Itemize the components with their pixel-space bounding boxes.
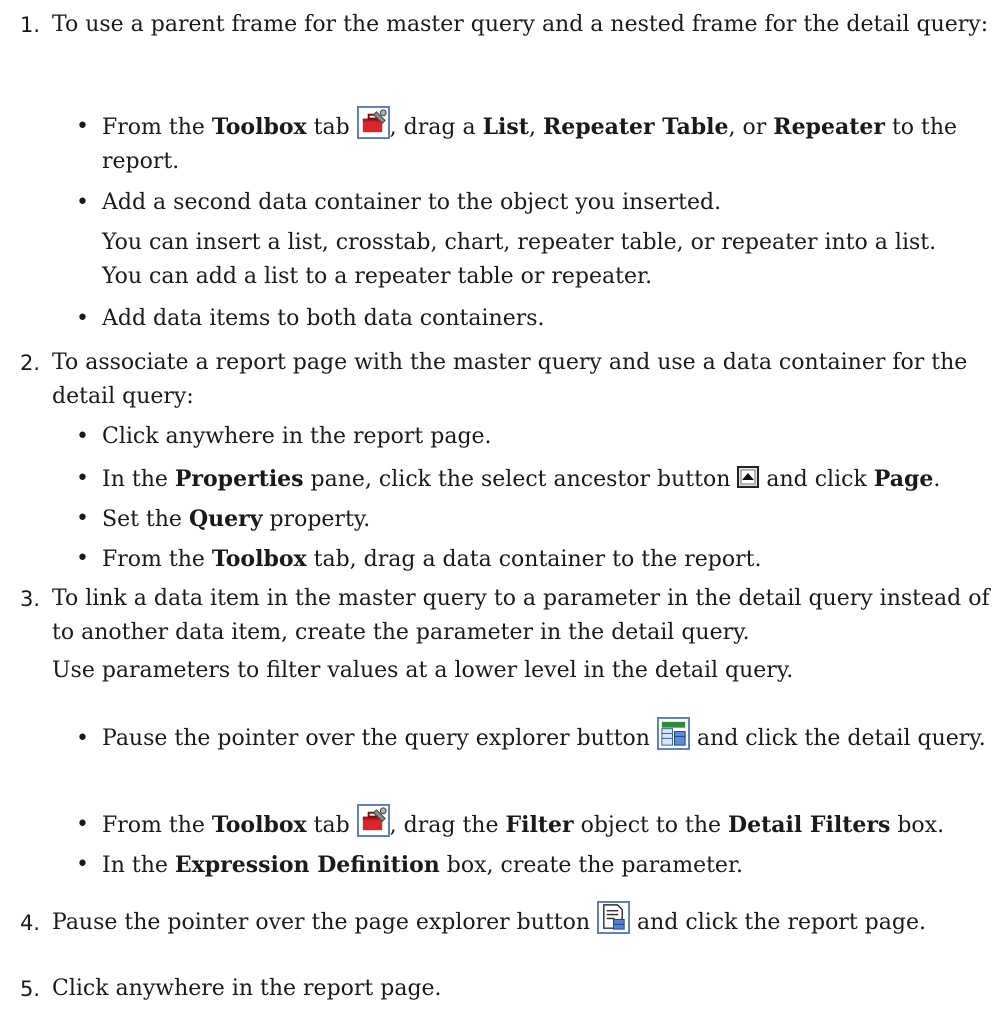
bullet-text: In the Expression Definition box, create…	[102, 852, 744, 878]
bullet-text: From the Toolbox tab, drag a data contai…	[102, 546, 762, 572]
bullet-glyph: •	[76, 190, 89, 215]
bullet-glyph: •	[76, 466, 89, 491]
bullet-text: From the Toolbox tab , drag the Filter o…	[102, 808, 986, 843]
bullet-glyph: •	[76, 506, 89, 531]
step-text: To link a data item in the master query …	[52, 586, 990, 645]
document-page: 1. To use a parent frame for the master …	[0, 0, 1001, 1011]
toolbox-icon	[357, 804, 390, 837]
bullet-glyph: •	[76, 424, 89, 449]
bullet-text: Add a second data container to the objec…	[102, 190, 722, 215]
bullet-text: Add data items to both data containers.	[102, 306, 545, 331]
step-2-bullet-1: • Click anywhere in the report page.	[76, 420, 986, 454]
step-3-bullet-2: • From the Toolbox tab , drag the Filter…	[76, 808, 986, 843]
step-text: To use a parent frame for the master que…	[52, 12, 989, 37]
step-3-bullet-3: • In the Expression Definition box, crea…	[76, 848, 986, 883]
step-number: 5.	[19, 977, 40, 1001]
step-1-bullet-1: • From the Toolbox tab , drag a List, Re…	[76, 110, 986, 179]
step-text: To associate a report page with the mast…	[52, 350, 968, 409]
step-number: 4.	[19, 911, 40, 935]
bullet-glyph: •	[76, 726, 89, 751]
step-5: 5. Click anywhere in the report page.	[0, 972, 990, 1006]
bullet-text: Set the Query property.	[102, 506, 371, 532]
step-3: 3. To link a data item in the master que…	[0, 582, 990, 650]
step-text: Click anywhere in the report page.	[52, 976, 442, 1001]
step-number: 1.	[19, 13, 40, 37]
step-text: Pause the pointer over the page explorer…	[52, 906, 990, 940]
page-explorer-icon	[597, 901, 630, 934]
toolbox-icon	[357, 106, 390, 139]
step-1: 1. To use a parent frame for the master …	[0, 8, 990, 42]
step-2-bullet-4: • From the Toolbox tab, drag a data cont…	[76, 542, 986, 577]
step-number: 3.	[19, 587, 40, 611]
bullet-text: In the Properties pane, click the select…	[102, 466, 941, 492]
bullet-text: Pause the pointer over the query explore…	[102, 722, 986, 756]
select-ancestor-icon	[737, 466, 759, 488]
query-explorer-icon	[657, 717, 690, 750]
bullet-text: From the Toolbox tab , drag a List, Repe…	[102, 110, 986, 179]
bullet-glyph: •	[76, 306, 89, 331]
bullet-text: Click anywhere in the report page.	[102, 424, 492, 449]
step-number: 2.	[19, 351, 40, 375]
bullet-glyph: •	[76, 852, 89, 877]
note-text: Use parameters to filter values at a low…	[52, 658, 794, 683]
bullet-glyph: •	[76, 114, 89, 139]
step-4: 4. Pause the pointer over the page explo…	[0, 906, 990, 940]
step-1-bullet-3: • Add data items to both data containers…	[76, 302, 986, 336]
step-3-bullet-1: • Pause the pointer over the query explo…	[76, 722, 986, 756]
step-2-bullet-3: • Set the Query property.	[76, 502, 986, 537]
bullet-glyph: •	[76, 546, 89, 571]
step-2-bullet-2: • In the Properties pane, click the sele…	[76, 462, 986, 497]
step-3-note: Use parameters to filter values at a low…	[0, 654, 990, 688]
step-1-bullet-2: • Add a second data container to the obj…	[76, 186, 986, 220]
bullet-glyph: •	[76, 812, 89, 837]
step-2: 2. To associate a report page with the m…	[0, 346, 990, 414]
step-1-note: You can insert a list, crosstab, chart, …	[102, 230, 937, 289]
